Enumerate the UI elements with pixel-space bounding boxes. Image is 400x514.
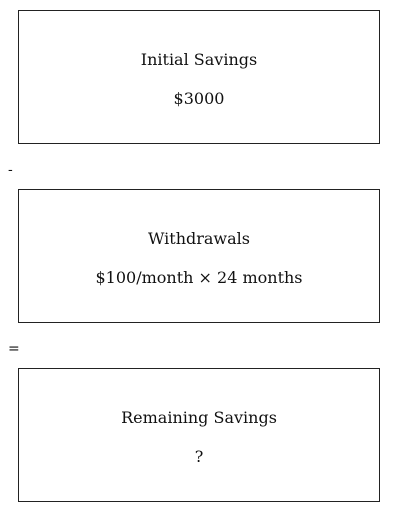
initial-savings-value: $3000 bbox=[173, 89, 225, 108]
minus-operator: - bbox=[8, 162, 13, 178]
equals-operator: = bbox=[8, 341, 20, 357]
remaining-savings-value: ? bbox=[194, 447, 204, 466]
withdrawals-title: Withdrawals bbox=[147, 229, 250, 248]
withdrawals-box: Withdrawals $100/month × 24 months bbox=[18, 189, 380, 323]
remaining-savings-title: Remaining Savings bbox=[121, 408, 277, 427]
initial-savings-title: Initial Savings bbox=[140, 50, 258, 69]
initial-savings-box: Initial Savings $3000 bbox=[18, 10, 380, 144]
withdrawals-value: $100/month × 24 months bbox=[95, 268, 303, 287]
remaining-savings-box: Remaining Savings ? bbox=[18, 368, 380, 502]
